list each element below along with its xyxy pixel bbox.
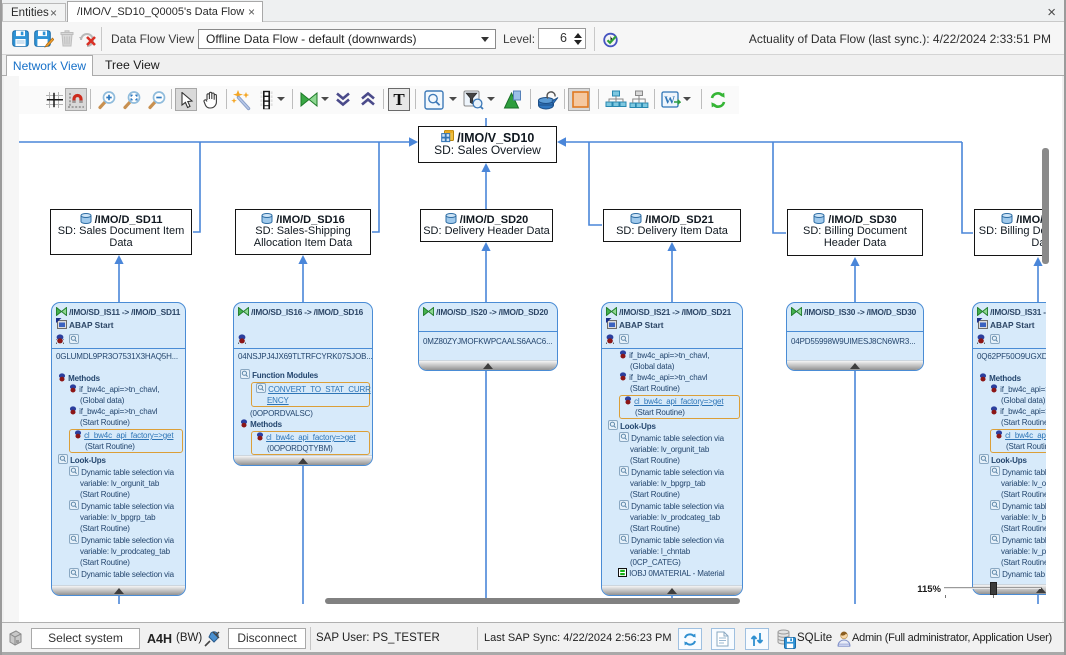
svg-text:W: W — [664, 95, 675, 107]
